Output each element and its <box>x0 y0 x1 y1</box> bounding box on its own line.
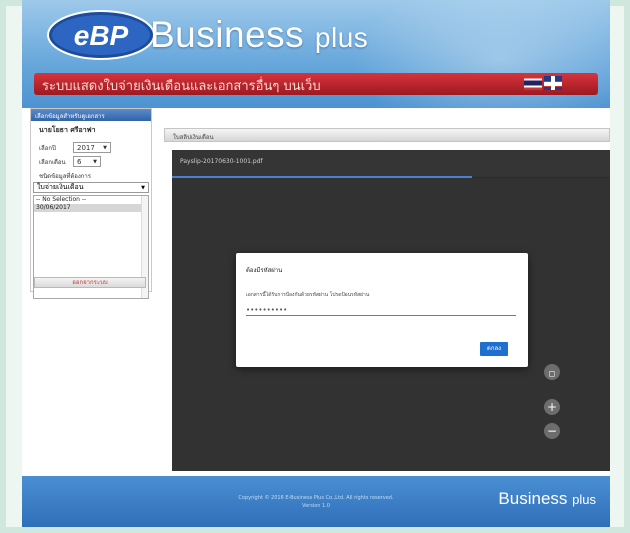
footer-brand-text: Business <box>498 489 568 508</box>
subtitle-text: ระบบแสดงใบจ่ายเงินเดือนและเอกสารอื่นๆ บน… <box>42 79 321 94</box>
chevron-down-icon: ▼ <box>141 184 145 191</box>
header-banner: eBP Business plus ระบบแสดงใบจ่ายเงินเดือ… <box>22 0 610 108</box>
employee-name: นายโยธา ศรีอาฟา <box>39 126 96 134</box>
viewer-toolbar: Payslip-20170630-1001.pdf <box>172 150 610 178</box>
dialog-message: เอกสารนี้ได้รับการป้องกันด้วยรหัสผ่าน โป… <box>246 292 370 298</box>
doc-type-label: ชนิดข้อมูลที่ต้องการ <box>39 173 92 180</box>
password-input[interactable]: •••••••••• <box>246 306 516 316</box>
logout-button[interactable]: ออกจากระบบ <box>34 277 146 288</box>
month-label: เลือกเดือน <box>39 158 66 166</box>
footer-brand: Business plus <box>498 489 596 509</box>
doc-type-select[interactable]: ใบจ่ายเงินเดือน ▼ <box>33 182 149 193</box>
year-select[interactable]: 2017 ▼ <box>73 142 111 153</box>
month-row: เลือกเดือน 6 ▼ <box>39 156 151 167</box>
list-item[interactable]: 30/06/2017 <box>34 204 148 212</box>
month-value: 6 <box>77 157 82 166</box>
footer: Copyright © 2016 E-Business Plus Co.,Ltd… <box>22 476 610 527</box>
year-row: เลือกปี 2017 ▼ <box>39 142 151 153</box>
ebp-logo: eBP <box>47 10 155 60</box>
thai-flag-icon[interactable] <box>524 76 542 90</box>
sidebar-header: เลือกข้อมูลสำหรับดูเอกสาร <box>31 109 151 121</box>
plus-icon: + <box>546 400 558 414</box>
fit-page-button[interactable]: ◻ <box>544 364 560 380</box>
chevron-down-icon: ▼ <box>93 158 97 165</box>
year-value: 2017 <box>77 143 95 152</box>
pdf-filename: Payslip-20170630-1001.pdf <box>180 158 263 165</box>
language-switcher <box>524 76 562 90</box>
chevron-down-icon: ▼ <box>103 144 107 151</box>
password-dialog: ต้องมีรหัสผ่าน เอกสารนี้ได้รับการป้องกัน… <box>236 253 528 367</box>
year-label: เลือกปี <box>39 144 56 152</box>
svg-text:eBP: eBP <box>74 20 129 51</box>
dialog-title: ต้องมีรหัสผ่าน <box>246 267 283 274</box>
doc-type-value: ใบจ่ายเงินเดือน <box>37 183 84 191</box>
brand-plus-text: plus <box>314 22 369 53</box>
brand-title: Business plus <box>150 14 368 56</box>
zoom-in-button[interactable]: + <box>544 399 560 415</box>
footer-plus-text: plus <box>572 492 596 507</box>
brand-title-text: Business <box>150 14 305 55</box>
ok-button[interactable]: ตกลง <box>480 342 508 356</box>
sidebar-panel: เลือกข้อมูลสำหรับดูเอกสาร นายโยธา ศรีอาฟ… <box>30 108 152 299</box>
zoom-out-button[interactable]: − <box>544 423 560 439</box>
list-item[interactable]: -- No Selection -- <box>34 196 148 204</box>
minus-icon: − <box>546 424 558 438</box>
month-select[interactable]: 6 ▼ <box>73 156 101 167</box>
breadcrumb: ใบสลิปเงินเดือน <box>164 128 610 142</box>
subtitle-bar: ระบบแสดงใบจ่ายเงินเดือนและเอกสารอื่นๆ บน… <box>34 73 598 95</box>
uk-flag-icon[interactable] <box>544 76 562 90</box>
fit-page-icon: ◻ <box>548 369 556 378</box>
loading-bar <box>172 176 472 178</box>
